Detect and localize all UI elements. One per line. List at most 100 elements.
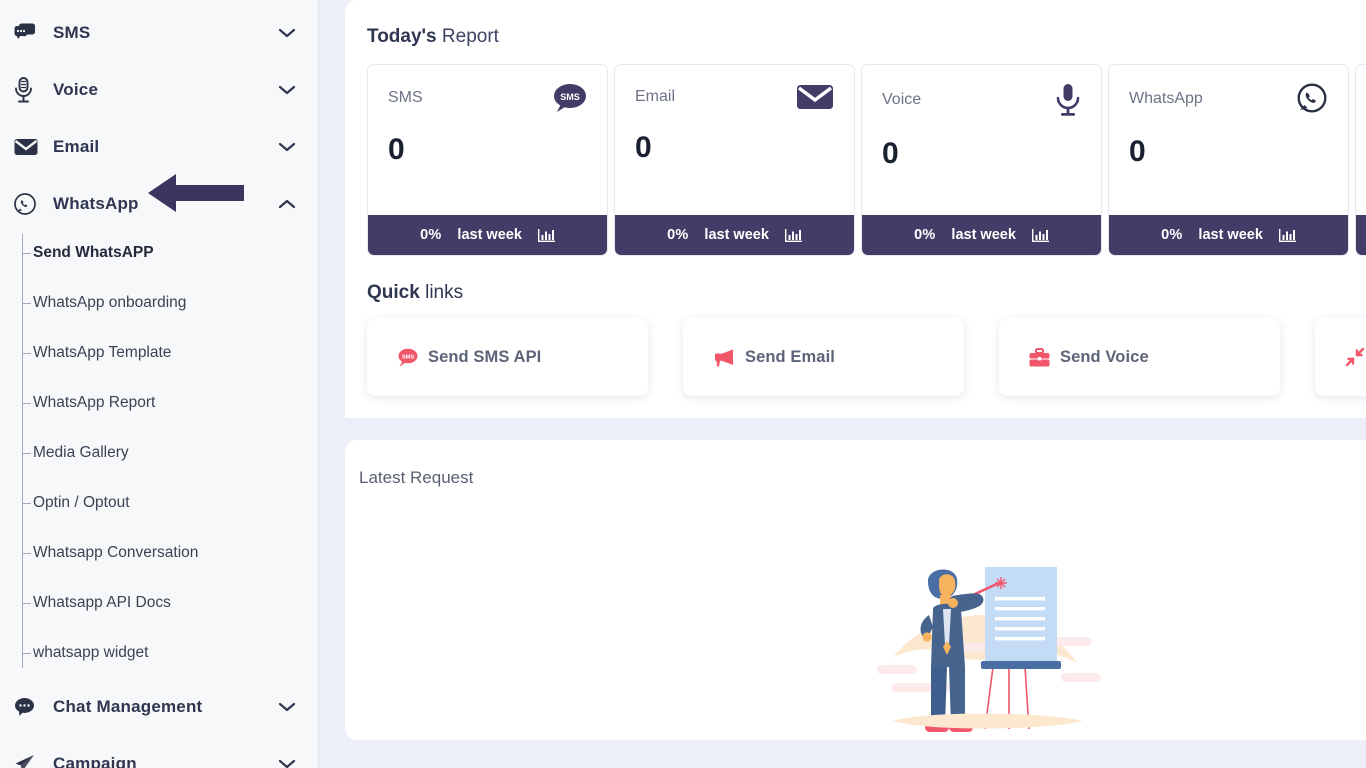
submenu-item-whatsapp-onboarding[interactable]: WhatsApp onboarding	[22, 278, 318, 328]
sidebar-item-label: SMS	[53, 22, 91, 42]
whatsapp-submenu: Send WhatsAPP WhatsApp onboarding WhatsA…	[0, 228, 318, 678]
chat-bubble-icon	[14, 697, 44, 717]
todays-report-panel: Today's Report SMS SMS 0 0% last week Em…	[345, 0, 1366, 418]
submenu-item-whatsapp-conversation[interactable]: Whatsapp Conversation	[22, 528, 318, 578]
stat-card-header: Voice	[882, 83, 1081, 117]
quick-link-partial[interactable]	[1315, 318, 1366, 396]
submenu-item-media-gallery[interactable]: Media Gallery	[22, 428, 318, 478]
quick-link-send-email[interactable]: Send Email	[683, 318, 964, 396]
stat-card-footer[interactable]: 0% last week	[615, 215, 854, 255]
page-title: Today's Report	[345, 26, 1366, 48]
stat-card-email[interactable]: Email 0 0% last week	[614, 64, 855, 256]
stat-percent: 0%	[420, 227, 442, 243]
sidebar-item-label: Email	[53, 136, 100, 156]
submenu-label: Whatsapp Conversation	[33, 544, 199, 561]
arrows-collapse-icon	[1345, 347, 1365, 367]
chevron-down-icon[interactable]	[278, 84, 296, 96]
sidebar-item-label: Campaign	[53, 753, 137, 768]
submenu-label: WhatsApp Template	[33, 344, 172, 361]
stat-card-voice[interactable]: Voice 0 0% last week	[861, 64, 1102, 256]
sms-bubble-icon: SMS	[551, 83, 587, 113]
stat-card-label: WhatsApp	[1129, 90, 1203, 107]
stat-percent: 0%	[1161, 227, 1183, 243]
submenu-item-whatsapp-widget[interactable]: whatsapp widget	[22, 628, 318, 678]
bar-chart-icon[interactable]	[1278, 228, 1296, 243]
stat-card-label: Email	[635, 88, 676, 105]
bar-chart-icon[interactable]	[1031, 228, 1049, 243]
stat-card-sms[interactable]: SMS SMS 0 0% last week	[367, 64, 608, 256]
submenu-item-whatsapp-api-docs[interactable]: Whatsapp API Docs	[22, 578, 318, 628]
stat-card-body	[1356, 65, 1366, 215]
dashboard-root: SMS Voice Email WhatsApp Send WhatsAPP W…	[0, 0, 1366, 768]
quick-links-row: SMS Send SMS API Send Email Send Voice	[345, 318, 1366, 396]
megaphone-icon	[713, 348, 735, 367]
quick-title-light: links	[419, 282, 464, 303]
stat-card-value: 0	[388, 133, 405, 166]
briefcase-icon	[1029, 347, 1050, 367]
report-title-light: Report	[436, 26, 499, 47]
sidebar-item-sms[interactable]: SMS	[0, 4, 318, 61]
sidebar-item-label: Chat Management	[53, 696, 203, 716]
latest-request-panel: Latest Request	[345, 440, 1366, 740]
stat-card-body: Voice 0	[862, 65, 1101, 215]
sidebar-item-chat-management[interactable]: Chat Management	[0, 678, 318, 735]
sidebar-item-label: WhatsApp	[53, 193, 139, 213]
stat-card-whatsapp[interactable]: WhatsApp 0 0% last week	[1108, 64, 1349, 256]
whatsapp-icon	[14, 192, 44, 215]
sidebar-item-voice[interactable]: Voice	[0, 61, 318, 118]
sms-bubble-icon: SMS	[397, 348, 418, 367]
submenu-label: Whatsapp API Docs	[33, 594, 171, 611]
quick-link-send-voice[interactable]: Send Voice	[999, 318, 1280, 396]
chevron-down-icon[interactable]	[278, 701, 296, 713]
stat-card-value: 0	[882, 137, 899, 170]
envelope-icon	[796, 83, 834, 111]
chevron-up-icon[interactable]	[278, 198, 296, 210]
svg-text:SMS: SMS	[560, 92, 580, 102]
stat-card-header: SMS SMS	[388, 83, 587, 113]
stat-card-footer[interactable]: 0% last week	[368, 215, 607, 255]
bar-chart-icon[interactable]	[784, 228, 802, 243]
main-content: Today's Report SMS SMS 0 0% last week Em…	[319, 0, 1366, 768]
submenu-item-optin-optout[interactable]: Optin / Optout	[22, 478, 318, 528]
stat-period: last week	[457, 227, 522, 243]
presenter-at-flipchart-illustration	[833, 515, 1133, 740]
quick-link-label: Send Email	[745, 347, 835, 366]
quick-link-send-sms-api[interactable]: SMS Send SMS API	[367, 318, 648, 396]
stat-period: last week	[1198, 227, 1263, 243]
quick-title-bold: Quick	[367, 282, 420, 303]
stat-card-next-partial[interactable]	[1355, 64, 1366, 256]
stat-card-row: SMS SMS 0 0% last week Email 0 0% last w…	[345, 64, 1366, 256]
sidebar-item-label: Voice	[53, 79, 99, 99]
chevron-down-icon[interactable]	[278, 758, 296, 768]
submenu-item-whatsapp-report[interactable]: WhatsApp Report	[22, 378, 318, 428]
stat-card-value: 0	[635, 131, 652, 164]
submenu-label: WhatsApp Report	[33, 394, 156, 411]
submenu-label: Media Gallery	[33, 444, 129, 461]
bar-chart-icon[interactable]	[537, 228, 555, 243]
stat-card-header: WhatsApp	[1129, 83, 1328, 115]
chevron-down-icon[interactable]	[278, 27, 296, 39]
submenu-item-send-whatsapp[interactable]: Send WhatsAPP	[22, 228, 318, 278]
stat-card-label: Voice	[882, 91, 922, 108]
stat-card-footer[interactable]: 0% last week	[1109, 215, 1348, 255]
chevron-down-icon[interactable]	[278, 141, 296, 153]
paper-plane-icon	[14, 754, 44, 768]
stat-card-footer[interactable]: 0% last week	[862, 215, 1101, 255]
stat-card-header: Email	[635, 83, 834, 111]
stat-percent: 0%	[667, 227, 689, 243]
svg-text:SMS: SMS	[402, 354, 414, 360]
microphone-icon	[1055, 83, 1081, 117]
stat-card-label: SMS	[388, 89, 423, 106]
sms-chat-icon	[14, 23, 44, 43]
sidebar: SMS Voice Email WhatsApp Send WhatsAPP W…	[0, 0, 319, 768]
submenu-item-whatsapp-template[interactable]: WhatsApp Template	[22, 328, 318, 378]
stat-card-footer[interactable]	[1356, 215, 1366, 255]
stat-period: last week	[951, 227, 1016, 243]
submenu-label: WhatsApp onboarding	[33, 294, 187, 311]
sidebar-item-whatsapp[interactable]: WhatsApp	[0, 175, 318, 232]
whatsapp-icon	[1296, 83, 1328, 115]
submenu-label: Send WhatsAPP	[33, 244, 154, 261]
submenu-label: Optin / Optout	[33, 494, 130, 511]
sidebar-item-email[interactable]: Email	[0, 118, 318, 175]
sidebar-item-campaign[interactable]: Campaign	[0, 735, 318, 768]
